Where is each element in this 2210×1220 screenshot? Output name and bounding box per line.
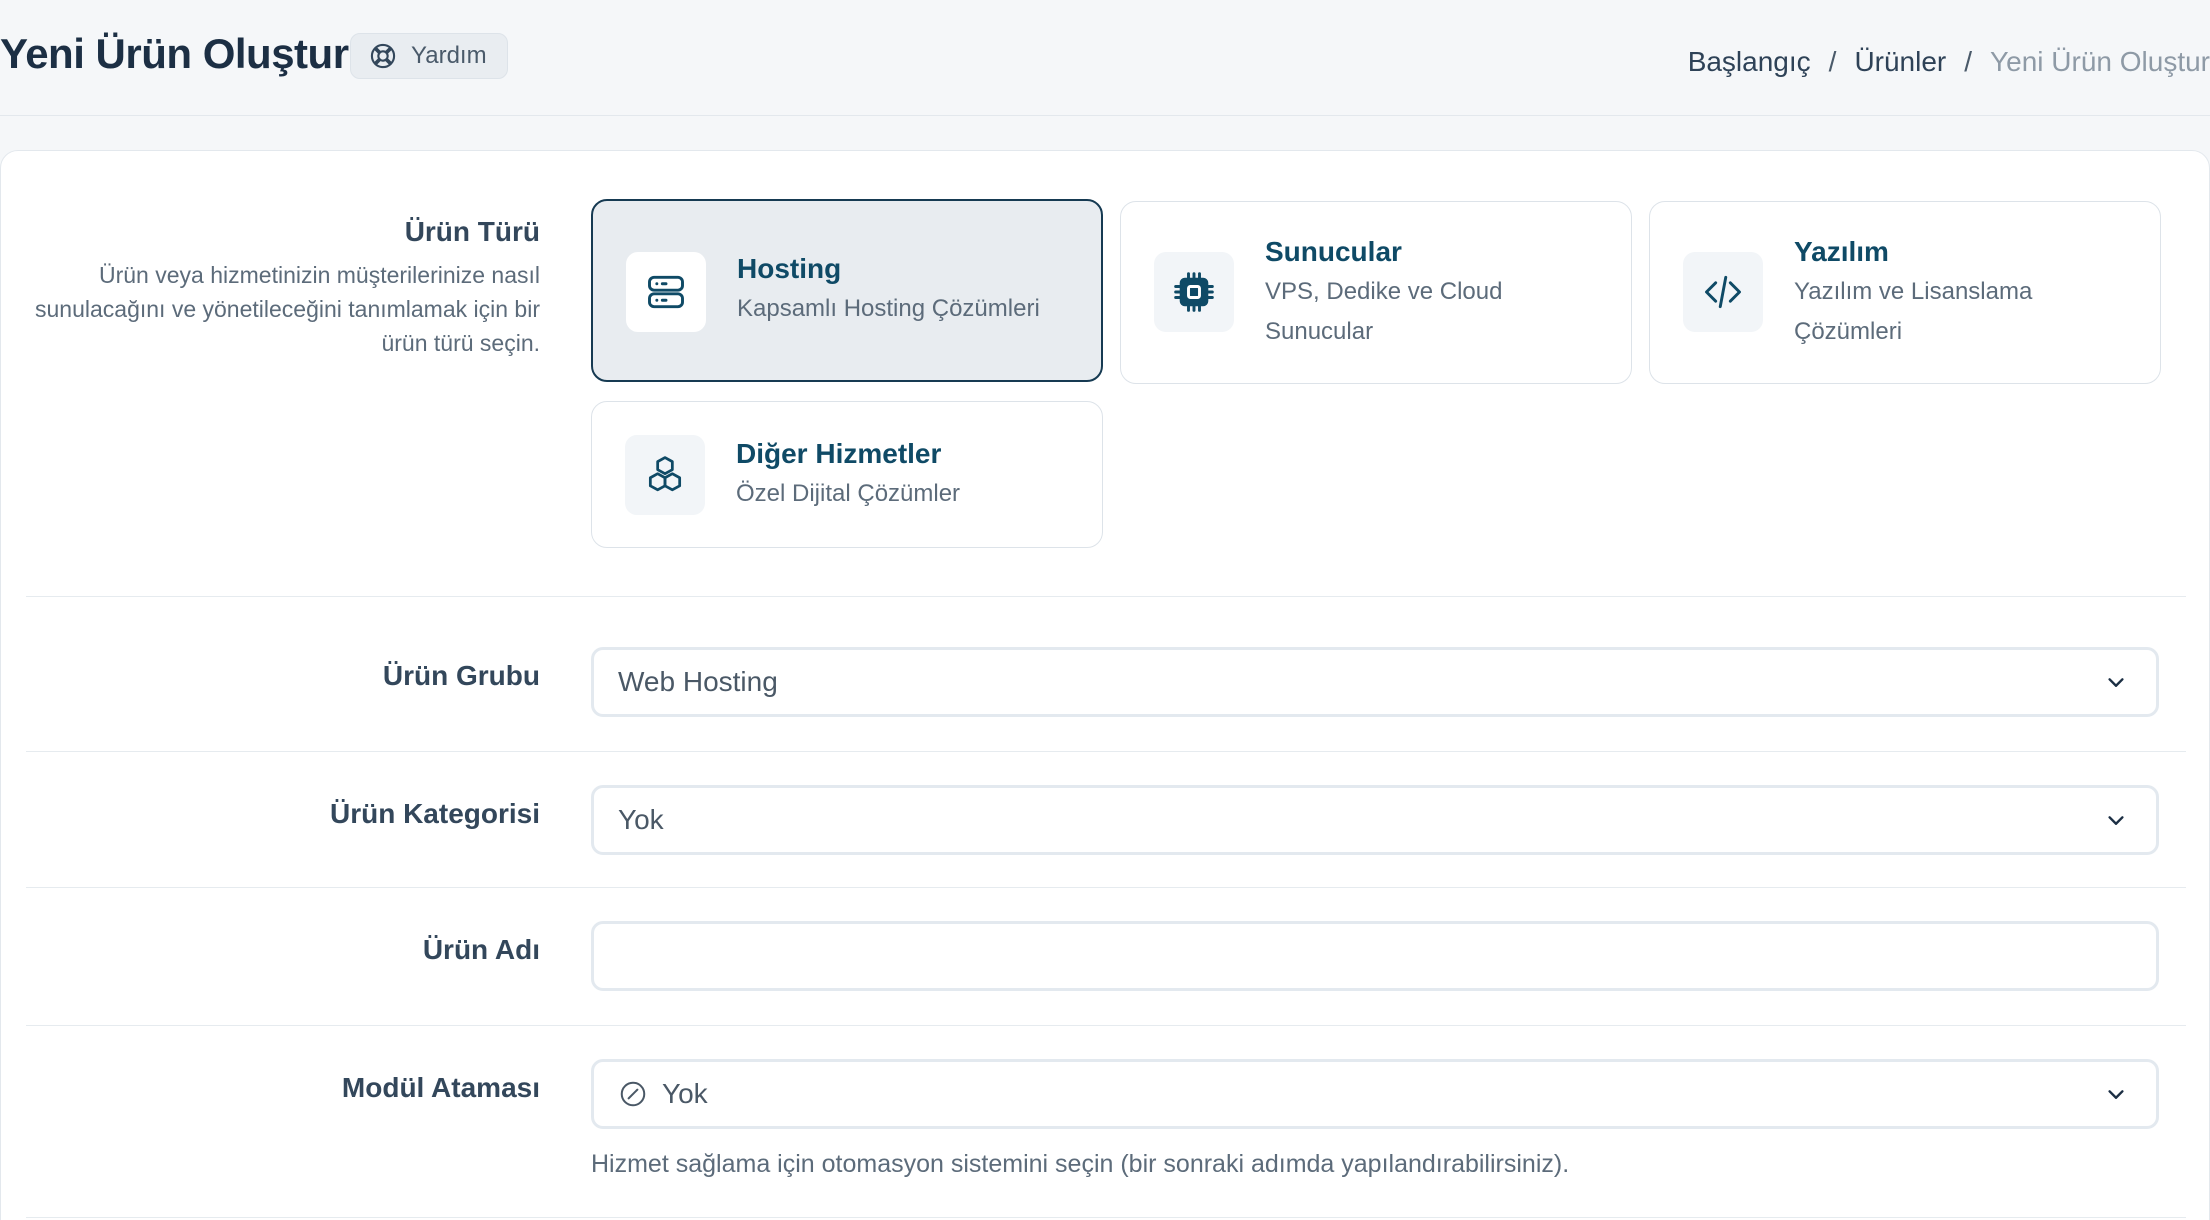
- chevron-down-icon: [2108, 678, 2124, 687]
- section-divider: [26, 887, 2186, 888]
- page-title: Yeni Ürün Oluştur: [0, 30, 349, 77]
- cubes-icon: [648, 456, 682, 492]
- product-form-card: Ürün Türü Ürün veya hizmetinizin müşteri…: [0, 150, 2210, 1220]
- type-icon-box: [1154, 252, 1234, 332]
- chevron-down-icon: [2108, 816, 2124, 825]
- cpu-chip-icon: [1174, 272, 1214, 312]
- type-title: Sunucular: [1265, 236, 1402, 267]
- product-category-select[interactable]: Yok: [591, 785, 2159, 855]
- breadcrumb-products[interactable]: Ürünler: [1854, 46, 1946, 78]
- product-type-other[interactable]: Diğer Hizmetler Özel Dijital Çözümler: [591, 401, 1103, 548]
- product-group-select[interactable]: Web Hosting: [591, 647, 2159, 717]
- product-type-hosting[interactable]: Hosting Kapsamlı Hosting Çözümleri: [591, 199, 1103, 382]
- module-select[interactable]: Yok: [591, 1059, 2159, 1129]
- type-subtitle: Yazılım ve Lisanslama Çözümleri: [1794, 278, 2033, 345]
- breadcrumb-separator: /: [1964, 46, 1973, 77]
- product-name-label: Ürün Adı: [422, 934, 540, 965]
- module-label: Modül Ataması: [341, 1072, 540, 1103]
- product-type-description: Ürün veya hizmetinizin müşterilerinize n…: [35, 262, 540, 356]
- breadcrumb: Başlangıç / Ürünler / Yeni Ürün Oluştur: [1688, 46, 2210, 78]
- product-category-value: Yok: [618, 804, 664, 835]
- type-subtitle: Kapsamlı Hosting Çözümleri: [737, 295, 1040, 322]
- product-group-label: Ürün Grubu: [382, 660, 540, 691]
- breadcrumb-current: Yeni Ürün Oluştur: [1990, 46, 2210, 77]
- product-type-servers[interactable]: Sunucular VPS, Dedike ve Cloud Sunucular: [1120, 201, 1632, 384]
- server-icon: [648, 275, 684, 309]
- page-header: Yeni Ürün Oluştur Yardım Başlangıç / Ürü…: [0, 0, 2210, 116]
- lifebuoy-icon: [370, 43, 396, 69]
- module-value: Yok: [662, 1078, 708, 1109]
- section-divider: [26, 596, 2186, 597]
- type-icon-box: [1683, 252, 1763, 332]
- product-category-label: Ürün Kategorisi: [329, 798, 540, 829]
- breadcrumb-separator: /: [1828, 46, 1837, 77]
- chevron-down-icon: [2108, 1090, 2124, 1099]
- slash-circle-icon: [620, 1081, 646, 1107]
- product-group-value: Web Hosting: [618, 666, 778, 697]
- product-name-input[interactable]: [591, 921, 2159, 991]
- type-icon-box: [625, 435, 705, 515]
- product-type-software[interactable]: Yazılım Yazılım ve Lisanslama Çözümleri: [1649, 201, 2161, 384]
- module-hint: Hizmet sağlama için otomasyon sistemini …: [591, 1150, 1570, 1178]
- product-type-label: Ürün Türü: [404, 216, 540, 247]
- help-button-label: Yardım: [411, 42, 487, 69]
- section-divider: [26, 1217, 2186, 1218]
- type-title: Hosting: [737, 253, 842, 284]
- breadcrumb-home[interactable]: Başlangıç: [1688, 46, 1811, 78]
- type-title: Diğer Hizmetler: [736, 438, 942, 469]
- type-icon-box: [626, 252, 706, 332]
- section-divider: [26, 751, 2186, 752]
- section-divider: [26, 1025, 2186, 1026]
- type-subtitle: Özel Dijital Çözümler: [736, 480, 961, 507]
- help-button[interactable]: Yardım: [350, 33, 508, 79]
- code-icon: [1705, 275, 1741, 309]
- type-title: Yazılım: [1794, 236, 1889, 267]
- type-subtitle: VPS, Dedike ve Cloud Sunucular: [1265, 278, 1503, 345]
